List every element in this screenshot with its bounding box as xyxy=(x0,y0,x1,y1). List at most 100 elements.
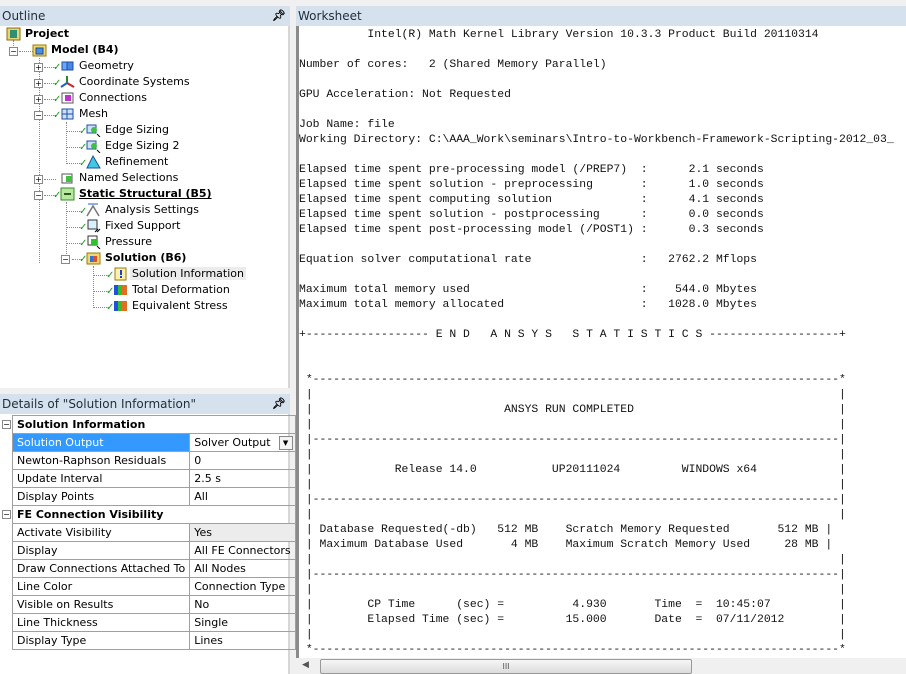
property-row[interactable]: Line Thickness Single xyxy=(11,613,296,632)
output-line: | Maximum Database Used 4 MB Maximum Scr… xyxy=(299,539,833,551)
property-row[interactable]: Display All FE Connectors xyxy=(11,541,296,560)
category-solution-information: Solution Information xyxy=(12,415,296,434)
tree-item-connections[interactable]: ✓ Connections xyxy=(53,90,149,106)
geometry-icon xyxy=(60,59,75,73)
output-line: | | xyxy=(299,554,846,566)
collapse-fe-connection-visibility-category[interactable]: − xyxy=(2,510,11,519)
property-row[interactable]: Update Interval 2.5 s xyxy=(11,469,296,488)
tree-item-geometry[interactable]: ✓ Geometry xyxy=(53,58,136,74)
output-line: | | xyxy=(299,584,846,596)
property-row[interactable]: Line Color Connection Type xyxy=(11,577,296,596)
collapse-model-toggle[interactable]: − xyxy=(9,47,18,56)
tree-item-refinement[interactable]: ✓ Refinement xyxy=(79,154,170,170)
tree-item-analysis-settings[interactable]: ✓ Analysis Settings xyxy=(79,202,201,218)
outline-tree[interactable]: − + + + − + − − Project Model (B4) ✓ Geo… xyxy=(0,26,290,388)
category-fe-connection-visibility: FE Connection Visibility xyxy=(12,505,296,524)
scrollbar-thumb[interactable]: III xyxy=(320,659,692,674)
tree-item-named-selections[interactable]: Named Selections xyxy=(60,170,180,186)
property-row[interactable]: Solution Output Solver Output ▼ xyxy=(11,433,296,452)
outline-title: Outline xyxy=(2,9,46,23)
output-line: | | xyxy=(299,509,846,521)
project-icon xyxy=(6,27,21,41)
output-line: |---------------------------------------… xyxy=(299,434,846,446)
output-line: | Release 14.0 UP20111024 WINDOWS x64 | xyxy=(299,464,846,476)
tree-item-model[interactable]: Model (B4) xyxy=(32,42,121,58)
output-line: | | xyxy=(299,449,846,461)
property-row[interactable]: Display Points All xyxy=(11,487,296,506)
pressure-icon xyxy=(86,235,101,250)
details-title: Details of "Solution Information" xyxy=(2,397,196,411)
output-line: Elapsed time spent pre-processing model … xyxy=(299,164,764,176)
worksheet-title: Worksheet xyxy=(298,9,362,23)
edge-sizing-icon xyxy=(86,139,101,154)
property-row[interactable]: Draw Connections Attached To All Nodes xyxy=(11,559,296,578)
output-line: | | xyxy=(299,629,846,641)
static-structural-icon xyxy=(60,187,75,201)
property-row[interactable]: Display Type Lines xyxy=(11,631,296,650)
output-line: Elapsed time spent computing solution : … xyxy=(299,194,764,206)
output-line: Maximum total memory allocated : 1028.0 … xyxy=(299,299,757,311)
worksheet-output[interactable]: Intel(R) Math Kernel Library Version 10.… xyxy=(296,26,906,658)
collapse-solution-information-category[interactable]: − xyxy=(2,420,11,429)
output-line: Working Directory: C:\AAA_Work\seminars\… xyxy=(299,134,894,146)
tree-item-fixed-support[interactable]: ✓ Fixed Support xyxy=(79,218,183,234)
tree-item-pressure[interactable]: ✓ Pressure xyxy=(79,234,154,250)
collapse-solution-toggle[interactable]: − xyxy=(61,255,70,264)
expand-coordinate-systems-toggle[interactable]: + xyxy=(34,79,43,88)
coordinate-systems-icon xyxy=(60,75,75,89)
tree-item-project[interactable]: Project xyxy=(6,26,71,42)
dropdown-arrow-icon[interactable]: ▼ xyxy=(278,436,293,450)
expand-geometry-toggle[interactable]: + xyxy=(34,63,43,72)
refinement-icon xyxy=(86,154,101,169)
output-line: |---------------------------------------… xyxy=(299,569,846,581)
collapse-mesh-toggle[interactable]: − xyxy=(34,111,43,120)
output-line: Number of cores: 2 (Shared Memory Parall… xyxy=(299,59,607,71)
expand-connections-toggle[interactable]: + xyxy=(34,95,43,104)
solution-output-dropdown[interactable]: Solver Output ▼ xyxy=(189,433,296,452)
named-selections-icon xyxy=(60,171,75,185)
property-row[interactable]: Newton-Raphson Residuals 0 xyxy=(11,451,296,470)
output-line: | | xyxy=(299,389,846,401)
connections-icon xyxy=(60,91,75,105)
tree-item-solution[interactable]: ✓ Solution (B6) xyxy=(79,250,188,266)
horizontal-scrollbar[interactable]: ◀ III xyxy=(296,658,906,674)
solution-folder-icon xyxy=(86,251,101,265)
pin-icon[interactable]: 📌︎ xyxy=(272,394,286,414)
tree-item-equivalent-stress[interactable]: ✓ Equivalent Stress xyxy=(106,298,230,314)
outline-panel-header: Outline 📌︎ xyxy=(0,6,290,26)
output-line: | Elapsed Time (sec) = 15.000 Date = 07/… xyxy=(299,614,846,626)
solution-information-icon xyxy=(113,267,128,281)
tree-item-edge-sizing-2[interactable]: ✓ Edge Sizing 2 xyxy=(79,138,182,154)
output-line: | | xyxy=(299,419,846,431)
output-line: +------------------ E N D A N S Y S S T … xyxy=(299,329,846,341)
tree-item-static-structural[interactable]: ✓ Static Structural (B5) xyxy=(53,186,214,202)
output-line: Job Name: file xyxy=(299,119,395,131)
output-line: Elapsed time spent solution - postproces… xyxy=(299,209,764,221)
model-folder-icon xyxy=(32,43,47,57)
pin-icon[interactable]: 📌︎ xyxy=(272,6,286,26)
tree-item-coordinate-systems[interactable]: ✓ Coordinate Systems xyxy=(53,74,192,90)
output-line: | CP Time (sec) = 4.930 Time = 10:45:07 … xyxy=(299,599,846,611)
collapse-static-structural-toggle[interactable]: − xyxy=(34,191,43,200)
tree-item-mesh[interactable]: ✓ Mesh xyxy=(53,106,110,122)
property-row[interactable]: Activate Visibility Yes xyxy=(11,523,296,542)
tree-item-edge-sizing[interactable]: ✓ Edge Sizing xyxy=(79,122,171,138)
scroll-left-arrow-icon[interactable]: ◀ xyxy=(302,660,309,670)
tree-item-solution-information[interactable]: ✓ Solution Information xyxy=(106,266,246,282)
fixed-support-icon xyxy=(86,219,101,233)
expand-named-selections-toggle[interactable]: + xyxy=(34,175,43,184)
analysis-settings-icon xyxy=(86,203,101,217)
result-icon xyxy=(113,299,128,313)
solver-output-text: Intel(R) Math Kernel Library Version 10.… xyxy=(299,26,906,658)
output-line: *---------------------------------------… xyxy=(299,644,846,656)
details-grid: − − Solution Information Solution Output… xyxy=(0,414,296,674)
output-line: Elapsed time spent post-processing model… xyxy=(299,224,764,236)
property-row[interactable]: Visible on Results No xyxy=(11,595,296,614)
tree-item-total-deformation[interactable]: ✓ Total Deformation xyxy=(106,282,232,298)
worksheet-panel-header: Worksheet xyxy=(296,6,906,26)
